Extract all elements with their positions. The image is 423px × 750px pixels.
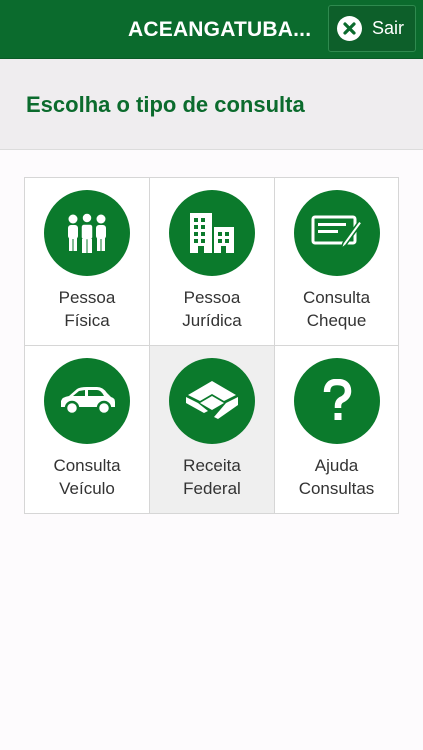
tile-label: Pessoa Jurídica	[182, 288, 242, 330]
tile-consulta-veiculo[interactable]: Consulta Veículo	[25, 346, 150, 513]
car-icon	[44, 358, 130, 444]
tile-label: Ajuda Consultas	[298, 456, 375, 498]
question-icon	[294, 358, 380, 444]
cheque-icon	[294, 190, 380, 276]
tile-label: Pessoa Física	[58, 288, 116, 330]
page-title: Escolha o tipo de consulta	[26, 92, 305, 117]
tile-pessoa-fisica[interactable]: Pessoa Física	[25, 178, 150, 346]
close-icon	[337, 16, 362, 41]
receita-federal-icon	[169, 358, 255, 444]
exit-button-label: Sair	[372, 18, 405, 38]
consultation-grid: Pessoa Física Pessoa Jurídica Consulta C…	[24, 177, 399, 514]
app-title: ACEANGATUBA...	[128, 18, 312, 41]
tile-label: Receita Federal	[183, 456, 241, 498]
tile-consulta-cheque[interactable]: Consulta Cheque	[275, 178, 398, 346]
tile-label: Consulta Veículo	[53, 456, 121, 498]
top-bar: ACEANGATUBA... Sair	[0, 0, 423, 59]
tile-label: Consulta Cheque	[302, 288, 371, 330]
subheader: Escolha o tipo de consulta	[0, 59, 423, 150]
tile-ajuda-consultas[interactable]: Ajuda Consultas	[275, 346, 398, 513]
exit-button[interactable]: Sair	[328, 5, 416, 52]
tile-pessoa-juridica[interactable]: Pessoa Jurídica	[150, 178, 275, 346]
tile-receita-federal[interactable]: Receita Federal	[150, 346, 275, 513]
people-icon	[44, 190, 130, 276]
buildings-icon	[169, 190, 255, 276]
